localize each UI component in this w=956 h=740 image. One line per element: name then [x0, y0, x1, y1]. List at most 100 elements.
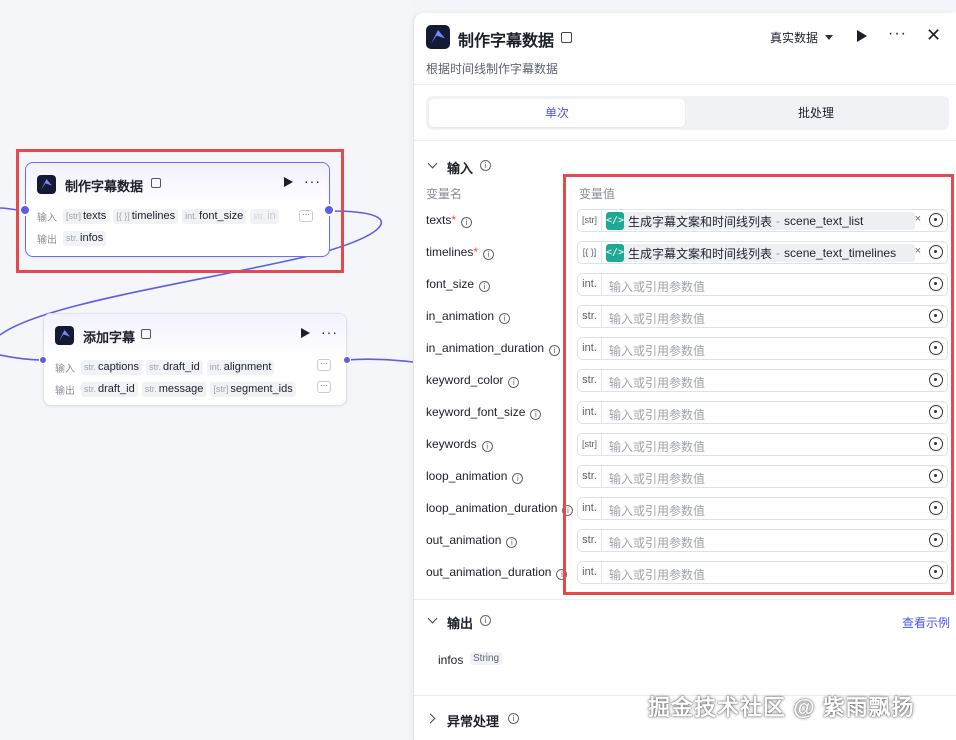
info-icon[interactable]: i: [483, 249, 495, 260]
param-value-out-animation-duration[interactable]: int. 输入或引用参数值: [577, 561, 948, 584]
node-settings-panel: 制作字幕数据 真实数据 ··· ✕ 根据时间线制作字幕数据 单次 批处理 输入 …: [413, 13, 956, 740]
clear-reference-icon[interactable]: ×: [915, 245, 921, 257]
watermark-text: 掘金技术社区 @ 紫雨飘扬: [648, 695, 915, 720]
type-badge[interactable]: int.: [578, 498, 602, 519]
value-placeholder: 输入或引用参数值: [609, 344, 706, 358]
collapse-input-icon[interactable]: [427, 158, 438, 169]
param-value-out-animation[interactable]: str. 输入或引用参数值: [577, 529, 948, 552]
reference-picker-icon[interactable]: [929, 405, 943, 419]
type-badge[interactable]: str.: [578, 530, 602, 551]
expand-exception-icon[interactable]: [425, 713, 436, 724]
info-icon[interactable]: i: [461, 217, 473, 228]
reference-picker-icon[interactable]: [929, 533, 943, 547]
ref-var: scene_text_list: [784, 214, 864, 228]
info-icon[interactable]: i: [512, 473, 524, 484]
param-value-timelines[interactable]: [{ }] </> 生成字幕文案和时间线列表 - scene_text_timeline…: [577, 241, 948, 264]
type-badge[interactable]: str.: [578, 370, 602, 391]
node-more-button[interactable]: ···: [321, 324, 338, 340]
reference-picker-icon[interactable]: [929, 501, 943, 515]
view-example-link[interactable]: 查看示例: [902, 614, 950, 631]
type-badge[interactable]: int.: [578, 562, 602, 583]
reference-picker-icon[interactable]: [929, 437, 943, 451]
info-icon[interactable]: i: [480, 615, 491, 626]
info-icon[interactable]: i: [506, 537, 518, 548]
reference-picker-icon[interactable]: [929, 565, 943, 579]
reference-picker-icon[interactable]: [929, 309, 943, 323]
type-badge[interactable]: str.: [578, 306, 602, 327]
info-icon[interactable]: i: [499, 313, 511, 324]
input-chip: str. in: [250, 208, 279, 224]
ref-source: 生成字幕文案和时间线列表: [628, 214, 773, 229]
info-icon[interactable]: i: [562, 505, 574, 516]
tab-batch[interactable]: 批处理: [688, 99, 944, 127]
tab-single[interactable]: 单次: [429, 99, 685, 127]
type-badge[interactable]: int.: [578, 402, 602, 423]
param-value-keyword-color[interactable]: str. 输入或引用参数值: [577, 369, 948, 392]
node1-input-port[interactable]: [19, 204, 31, 216]
value-placeholder: 输入或引用参数值: [609, 568, 706, 582]
node2-input-port[interactable]: [39, 356, 47, 364]
run-icon[interactable]: [857, 30, 867, 42]
node-make-subtitle-data[interactable]: 制作字幕数据 ··· 输入 [str] texts [{ }] timelines …: [25, 162, 330, 257]
clear-reference-icon[interactable]: ×: [915, 213, 921, 225]
ref-source: 生成字幕文案和时间线列表: [628, 246, 773, 261]
code-icon: </>: [606, 244, 624, 262]
type-badge[interactable]: int.: [578, 274, 602, 295]
collapse-output-icon[interactable]: [427, 613, 438, 624]
info-icon[interactable]: i: [556, 569, 568, 580]
node-more-button[interactable]: ···: [304, 173, 321, 189]
node2-output-port[interactable]: [343, 356, 351, 364]
panel-description: 根据时间线制作字幕数据: [426, 62, 559, 76]
value-placeholder: 输入或引用参数值: [609, 280, 706, 294]
input-chip: str. captions: [81, 359, 142, 375]
input-chip: int. alignment: [206, 359, 275, 375]
info-icon[interactable]: i: [479, 281, 491, 292]
param-value-keyword-font-size[interactable]: int. 输入或引用参数值: [577, 401, 948, 424]
info-icon[interactable]: i: [508, 377, 520, 388]
param-value-loop-animation-duration[interactable]: int. 输入或引用参数值: [577, 497, 948, 520]
variable-reference[interactable]: </> 生成字幕文案和时间线列表 - scene_text_list: [606, 212, 915, 230]
type-badge[interactable]: [str]: [578, 210, 602, 231]
variable-reference[interactable]: </> 生成字幕文案和时间线列表 - scene_text_timelines: [606, 244, 915, 262]
reference-picker-icon[interactable]: [929, 245, 943, 259]
reference-picker-icon[interactable]: [929, 277, 943, 291]
expand-inputs-button[interactable]: ···: [317, 359, 331, 371]
info-icon[interactable]: i: [530, 409, 542, 420]
param-value-keywords[interactable]: [str] 输入或引用参数值: [577, 433, 948, 456]
input-section-title: 输入: [447, 161, 474, 176]
node-add-subtitle[interactable]: 添加字幕 ··· 输入 str. captions str. draft_id in…: [43, 313, 347, 406]
type-badge[interactable]: str.: [578, 466, 602, 487]
ref-sep: -: [776, 214, 781, 228]
chevron-down-icon[interactable]: [825, 35, 833, 40]
output-chip: [str] segment_ids: [210, 381, 296, 397]
col-variable-name: 变量名: [426, 187, 463, 201]
param-value-in-animation-duration[interactable]: int. 输入或引用参数值: [577, 337, 948, 360]
param-value-font-size[interactable]: int. 输入或引用参数值: [577, 273, 948, 296]
node1-output-port[interactable]: [323, 204, 335, 216]
data-mode-select[interactable]: 真实数据: [770, 29, 818, 46]
type-badge[interactable]: [{ }]: [578, 242, 602, 263]
expand-inputs-button[interactable]: ···: [299, 210, 313, 222]
run-node-icon[interactable]: [301, 328, 310, 338]
run-node-icon[interactable]: [284, 177, 293, 187]
param-value-texts[interactable]: [str] </> 生成字幕文案和时间线列表 - scene_text_list ×: [577, 209, 948, 232]
more-button[interactable]: ···: [888, 25, 907, 43]
reference-picker-icon[interactable]: [929, 373, 943, 387]
param-value-in-animation[interactable]: str. 输入或引用参数值: [577, 305, 948, 328]
reference-picker-icon[interactable]: [929, 341, 943, 355]
reference-picker-icon[interactable]: [929, 469, 943, 483]
info-icon[interactable]: i: [549, 345, 561, 356]
ref-sep: -: [776, 246, 781, 260]
type-badge[interactable]: [str]: [578, 434, 602, 455]
reference-picker-icon[interactable]: [929, 213, 943, 227]
close-button[interactable]: ✕: [926, 25, 941, 46]
info-icon[interactable]: i: [508, 713, 519, 724]
node-output-row: 输出 str. infos: [37, 230, 107, 246]
info-icon[interactable]: i: [481, 441, 493, 452]
info-icon[interactable]: i: [480, 160, 491, 171]
workflow-canvas[interactable]: 制作字幕数据 ··· 输入 [str] texts [{ }] timelines …: [0, 0, 413, 740]
ref-var: scene_text_timelines: [784, 246, 897, 260]
expand-outputs-button[interactable]: ···: [317, 381, 331, 393]
type-badge[interactable]: int.: [578, 338, 602, 359]
param-value-loop-animation[interactable]: str. 输入或引用参数值: [577, 465, 948, 488]
